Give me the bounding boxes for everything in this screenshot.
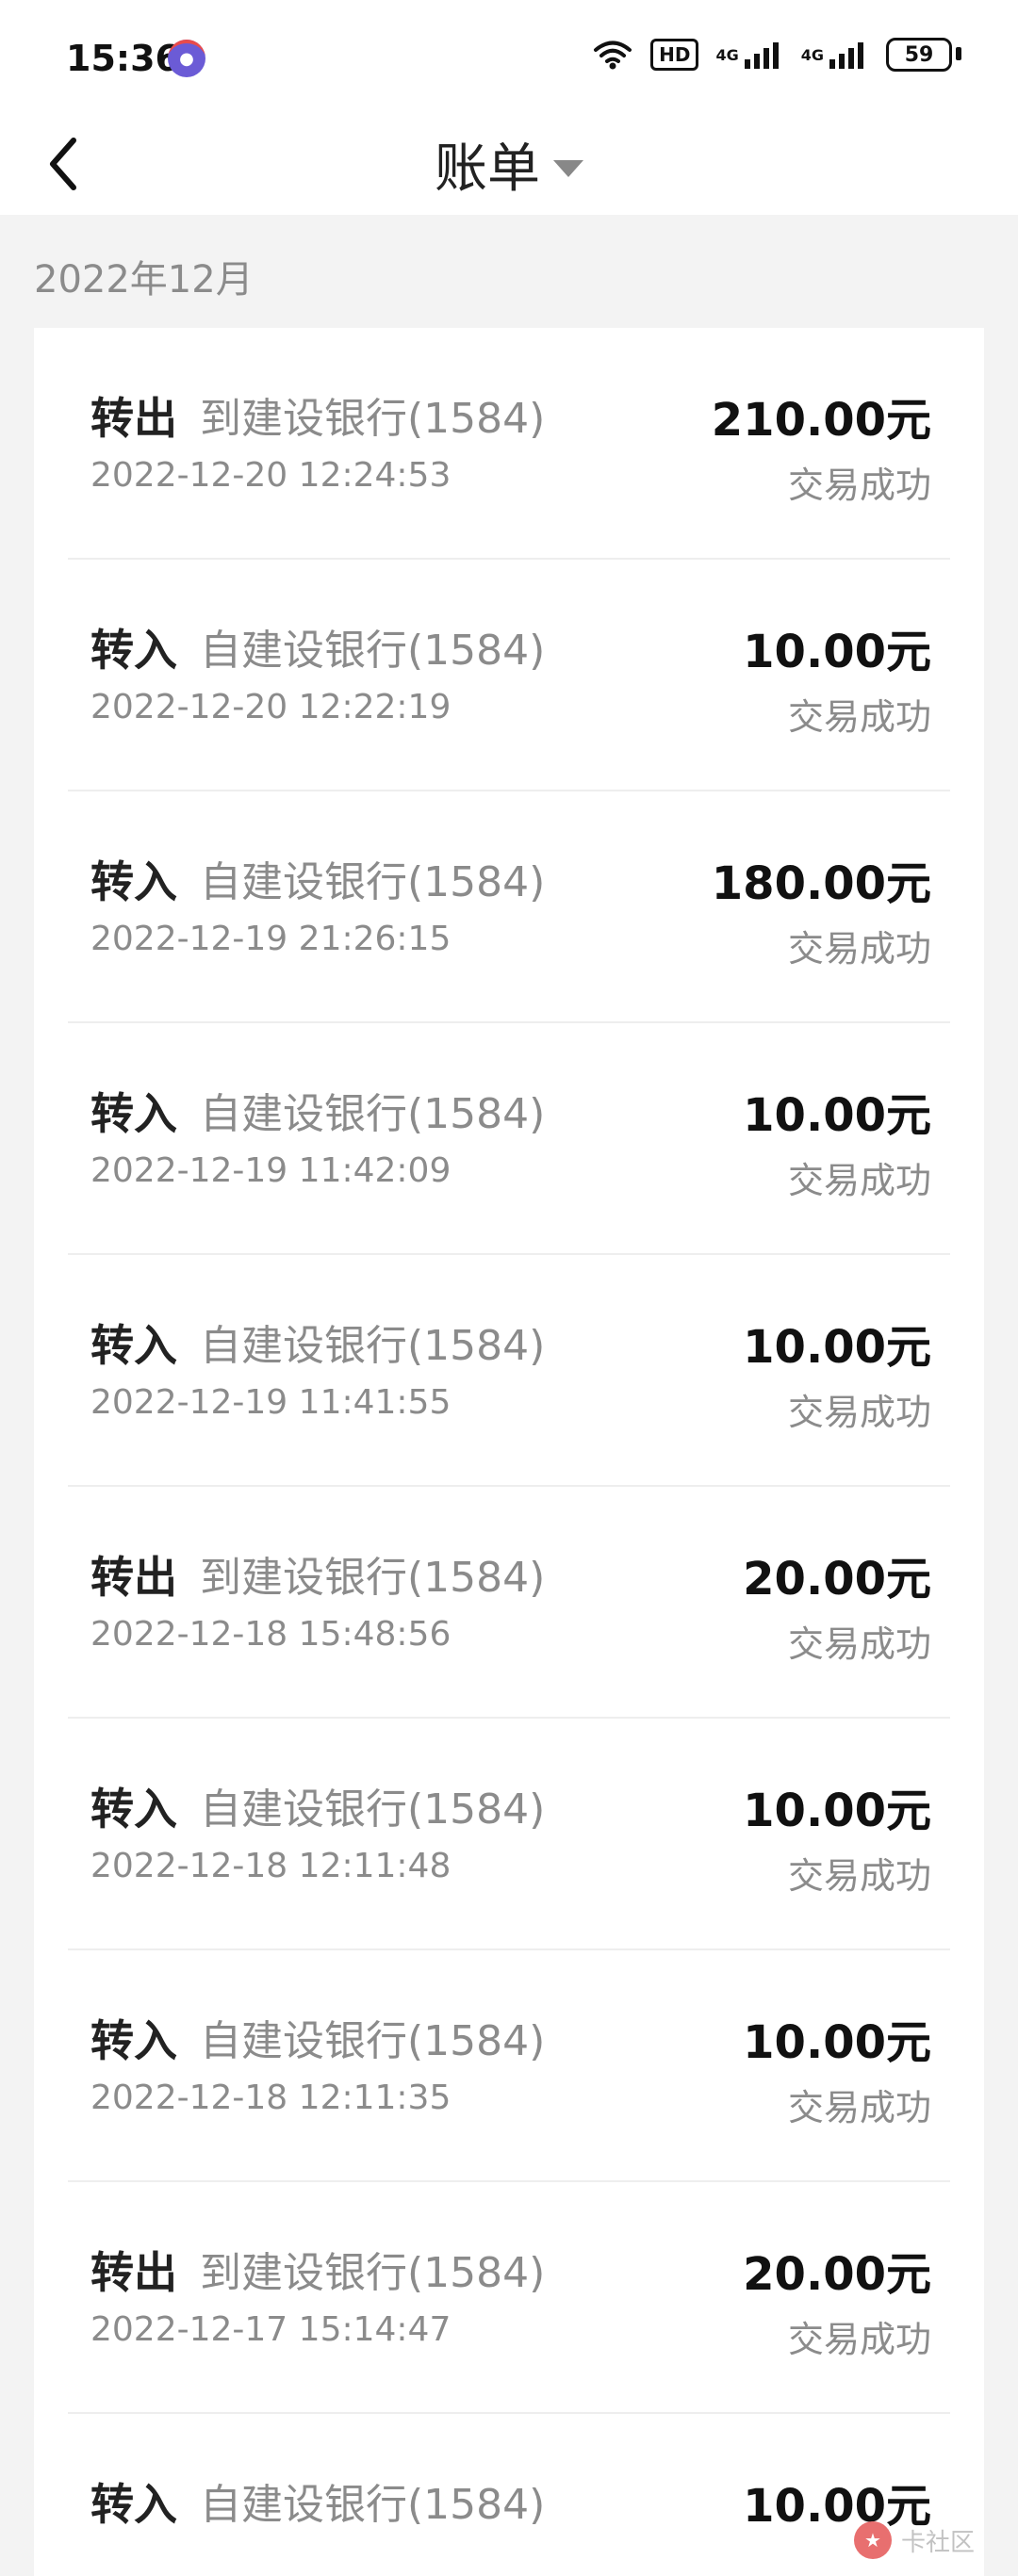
status-icons: HD 4G 4G 59	[592, 36, 952, 73]
transaction-datetime: 2022-12-17 15:14:47	[90, 2310, 452, 2349]
transaction-row[interactable]: 转入 自建设银行(1584) 2022-12-18 12:11:48 10.00…	[34, 1719, 984, 1950]
transaction-status: 交易成功	[787, 1392, 931, 1433]
transaction-bank: 自建设银行(1584)	[200, 858, 546, 906]
transaction-status: 交易成功	[787, 928, 931, 970]
signal-4g-icon-1: 4G	[715, 36, 783, 73]
watermark-logo-icon: ★	[853, 2521, 892, 2559]
watermark: ★ 卡社区	[853, 2521, 975, 2559]
transaction-amount: 20.00元	[743, 2248, 931, 2301]
transaction-amount: 10.00元	[743, 1785, 931, 1837]
transaction-type: 转入	[90, 1784, 177, 1834]
month-header: 2022年12月	[34, 258, 254, 302]
transaction-amount: 10.00元	[743, 1089, 931, 1142]
transaction-datetime: 2022-12-18 12:11:35	[90, 2079, 452, 2117]
status-time: 15:36	[66, 38, 180, 79]
signal-4g-icon-2: 4G	[801, 36, 869, 73]
transaction-status: 交易成功	[787, 1855, 931, 1897]
transaction-bank: 到建设银行(1584)	[200, 395, 546, 443]
watermark-text: 卡社区	[900, 2528, 975, 2557]
dropdown-triangle-icon	[553, 160, 583, 177]
transaction-amount: 10.00元	[743, 2016, 931, 2069]
transaction-row[interactable]: 转出 到建设银行(1584) 2022-12-17 15:14:47 20.00…	[34, 2182, 984, 2414]
page-title: 账单	[435, 138, 540, 200]
transaction-type: 转入	[90, 625, 177, 676]
transaction-status: 交易成功	[787, 2087, 931, 2128]
transaction-bank: 到建设银行(1584)	[200, 1554, 546, 1602]
battery-icon: 59	[886, 38, 952, 72]
transaction-bank: 自建设银行(1584)	[200, 627, 546, 675]
wifi-icon	[592, 36, 633, 73]
transaction-type: 转入	[90, 2015, 177, 2066]
transaction-row[interactable]: 转入 自建设银行(1584) 2022-12-19 11:42:09 10.00…	[34, 1023, 984, 1255]
transaction-row[interactable]: 转出 到建设银行(1584) 2022-12-20 12:24:53 210.0…	[34, 328, 984, 560]
content-area: 2022年12月 转出 到建设银行(1584) 2022-12-20 12:24…	[0, 215, 1018, 2576]
transaction-status: 交易成功	[787, 1623, 931, 1665]
transaction-bank: 自建设银行(1584)	[200, 2017, 546, 2065]
transaction-type: 转入	[90, 1088, 177, 1139]
transaction-type: 转入	[90, 1320, 177, 1371]
transaction-type: 转出	[90, 393, 177, 444]
transaction-datetime: 2022-12-20 12:24:53	[90, 456, 452, 495]
transaction-datetime: 2022-12-20 12:22:19	[90, 688, 452, 726]
app-header: 账单	[0, 113, 1018, 215]
transaction-amount: 10.00元	[743, 626, 931, 678]
transaction-amount: 20.00元	[743, 1553, 931, 1606]
app-notification-icon: ●	[168, 40, 205, 77]
transaction-type: 转入	[90, 2479, 177, 2530]
title-dropdown[interactable]: 账单	[0, 113, 1018, 215]
transaction-status: 交易成功	[787, 2319, 931, 2360]
transaction-amount: 210.00元	[711, 394, 931, 447]
transaction-type: 转出	[90, 2247, 177, 2298]
transaction-type: 转入	[90, 856, 177, 907]
transaction-row[interactable]: 转出 到建设银行(1584) 2022-12-18 15:48:56 20.00…	[34, 1487, 984, 1719]
transaction-bank: 到建设银行(1584)	[200, 2249, 546, 2297]
transaction-status: 交易成功	[787, 696, 931, 738]
transaction-row[interactable]: 转入 自建设银行(1584) 2022-12-19 21:26:15 180.0…	[34, 791, 984, 1023]
transaction-bank: 自建设银行(1584)	[200, 1785, 546, 1834]
transaction-amount: 180.00元	[711, 857, 931, 910]
transaction-amount: 10.00元	[743, 1321, 931, 1374]
transaction-bank: 自建设银行(1584)	[200, 2481, 546, 2529]
transaction-datetime: 2022-12-19 11:42:09	[90, 1151, 452, 1190]
transaction-datetime: 2022-12-19 11:41:55	[90, 1383, 452, 1422]
transaction-datetime: 2022-12-19 21:26:15	[90, 920, 452, 958]
transaction-datetime: 2022-12-18 15:48:56	[90, 1615, 452, 1654]
transaction-row[interactable]: 转入 自建设银行(1584) 10.00元	[34, 2414, 984, 2576]
transaction-row[interactable]: 转入 自建设银行(1584) 2022-12-18 12:11:35 10.00…	[34, 1950, 984, 2182]
transaction-status: 交易成功	[787, 1160, 931, 1201]
transaction-list: 转出 到建设银行(1584) 2022-12-20 12:24:53 210.0…	[34, 328, 984, 2576]
status-bar: 15:36 ● HD 4G 4G 59	[0, 0, 1018, 113]
transaction-row[interactable]: 转入 自建设银行(1584) 2022-12-20 12:22:19 10.00…	[34, 560, 984, 791]
battery-level: 59	[886, 38, 952, 72]
hd-icon: HD	[650, 36, 699, 73]
transaction-type: 转出	[90, 1552, 177, 1603]
transaction-datetime: 2022-12-18 12:11:48	[90, 1847, 452, 1885]
transaction-status: 交易成功	[787, 465, 931, 506]
transaction-row[interactable]: 转入 自建设银行(1584) 2022-12-19 11:41:55 10.00…	[34, 1255, 984, 1487]
transaction-bank: 自建设银行(1584)	[200, 1090, 546, 1138]
transaction-bank: 自建设银行(1584)	[200, 1322, 546, 1370]
